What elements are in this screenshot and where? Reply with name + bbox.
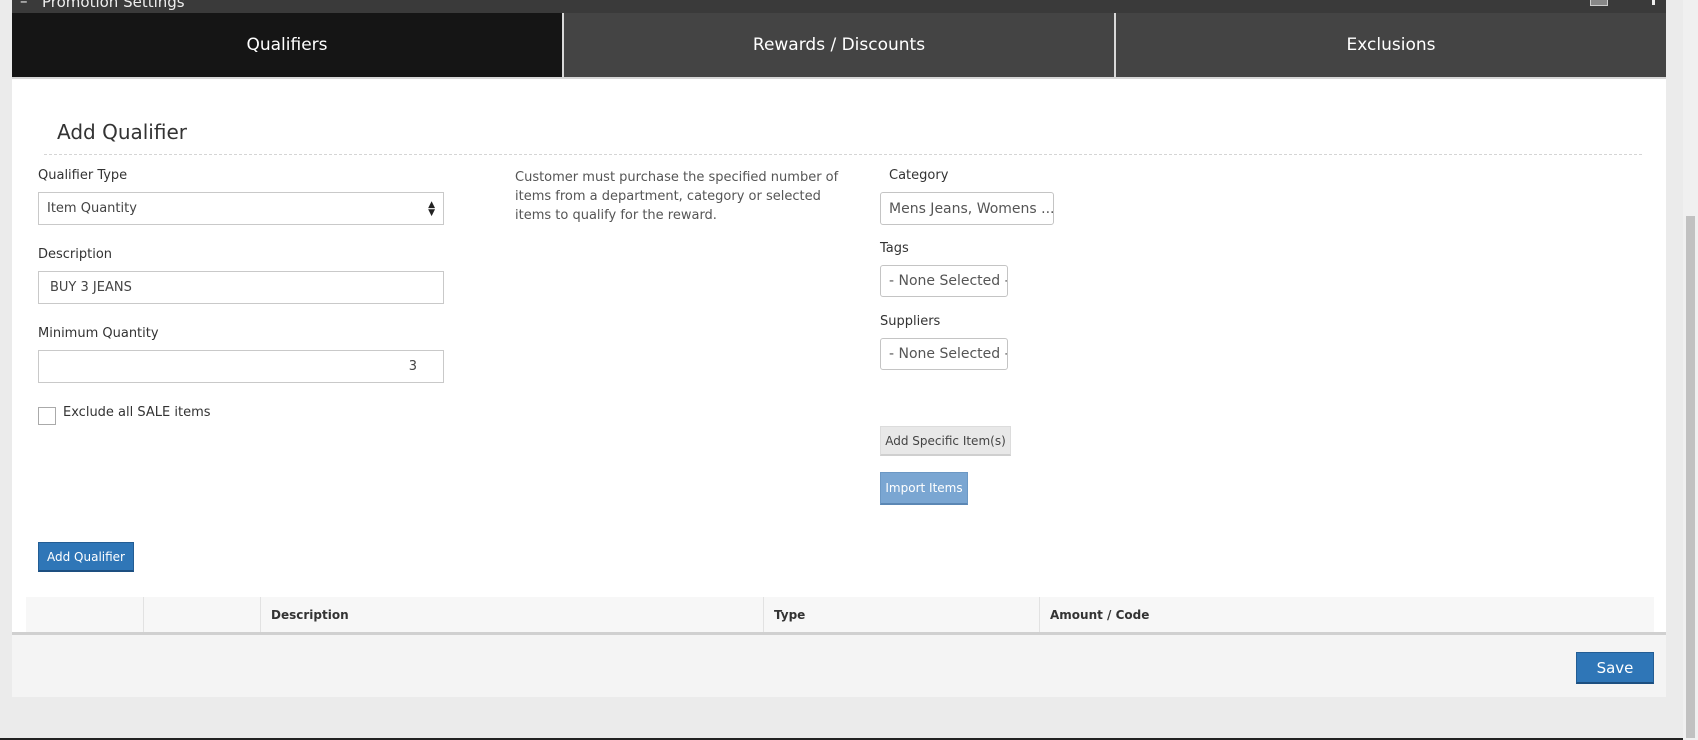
minimum-quantity-input[interactable]: 3 (38, 350, 444, 383)
tags-label: Tags (880, 241, 909, 256)
table-header-cell (143, 597, 260, 632)
qualifier-type-select[interactable]: Item Quantity ▲ ▼ (38, 192, 444, 225)
qualifier-type-label: Qualifier Type (38, 168, 128, 183)
exclude-sale-checkbox[interactable] (38, 407, 56, 425)
tab-bar: Qualifiers Rewards / Discounts Exclusion… (12, 13, 1666, 77)
section-title: Add Qualifier (57, 120, 187, 144)
table-header-cell (26, 597, 143, 632)
description-value: BUY 3 JEANS (50, 280, 132, 295)
category-value: Mens Jeans, Womens ... (889, 200, 1054, 217)
collapse-icon[interactable]: – (20, 0, 28, 10)
qualifiers-table-header: Description Type Amount / Code (26, 597, 1654, 632)
minimum-quantity-label: Minimum Quantity (38, 326, 159, 341)
tab-qualifiers[interactable]: Qualifiers (12, 13, 564, 77)
category-multiselect[interactable]: Mens Jeans, Womens ... (880, 192, 1054, 225)
suppliers-multiselect[interactable]: - None Selected - (880, 338, 1008, 370)
suppliers-value: - None Selected - (889, 346, 1008, 362)
table-header-description: Description (260, 597, 763, 632)
table-header-type: Type (763, 597, 1039, 632)
category-label: Category (889, 168, 949, 183)
tags-multiselect[interactable]: - None Selected - (880, 265, 1008, 297)
footer-bar (12, 635, 1666, 697)
select-arrows-icon: ▲ ▼ (428, 200, 435, 218)
add-specific-items-button[interactable]: Add Specific Item(s) (880, 426, 1011, 456)
tab-exclusions[interactable]: Exclusions (1116, 13, 1666, 77)
table-header-amount-code: Amount / Code (1039, 597, 1654, 632)
exclude-sale-label: Exclude all SALE items (63, 405, 211, 420)
window-toggle-icon[interactable] (1590, 0, 1608, 6)
section-divider (44, 154, 1642, 155)
save-button[interactable]: Save (1576, 652, 1654, 684)
minimum-quantity-value: 3 (408, 359, 417, 374)
add-qualifier-button[interactable]: Add Qualifier (38, 542, 134, 572)
tab-rewards-discounts[interactable]: Rewards / Discounts (564, 13, 1116, 77)
panel-title: Promotion Settings (42, 0, 185, 11)
description-input[interactable]: BUY 3 JEANS (38, 271, 444, 304)
qualifier-help-text: Customer must purchase the specified num… (515, 170, 839, 223)
qualifier-type-value: Item Quantity (47, 201, 137, 216)
close-icon[interactable] (1652, 0, 1655, 5)
import-items-button[interactable]: Import Items (880, 472, 968, 505)
scrollbar-thumb[interactable] (1686, 216, 1695, 738)
tags-value: - None Selected - (889, 273, 1008, 289)
suppliers-label: Suppliers (880, 314, 941, 329)
description-label: Description (38, 247, 113, 262)
panel-header: – Promotion Settings (12, 0, 1666, 13)
